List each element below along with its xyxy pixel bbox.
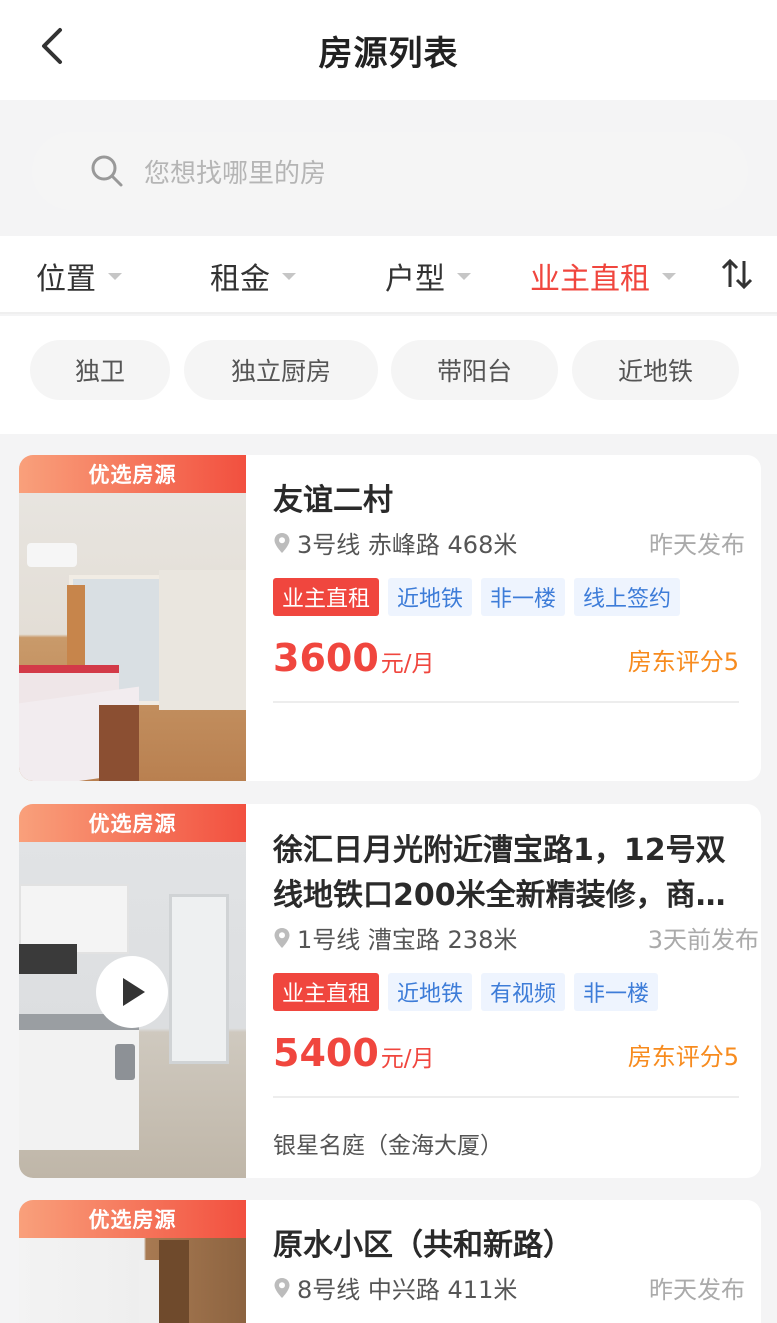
landlord-score: 房东评分5 xyxy=(627,1043,739,1071)
price-unit: 元/月 xyxy=(380,651,435,677)
location-pin-icon xyxy=(274,532,290,553)
search-input[interactable]: 您想找哪里的房 xyxy=(32,132,748,210)
chip-private-kitchen[interactable]: 独立厨房 xyxy=(184,340,378,400)
posted-time: 3天前发布 xyxy=(647,926,759,954)
price-row: 3600 元/月 房东评分5 xyxy=(273,636,761,680)
filter-location-label: 位置 xyxy=(36,262,96,297)
search-placeholder: 您想找哪里的房 xyxy=(144,158,327,189)
page-title: 房源列表 xyxy=(318,34,459,74)
price-unit: 元/月 xyxy=(380,1046,435,1072)
landlord-score: 房东评分5 xyxy=(627,648,739,676)
tag-badge: 非一楼 xyxy=(481,578,566,616)
featured-ribbon: 优选房源 xyxy=(19,1200,246,1238)
listing-location: 8号线 中兴路 411米 昨天发布 xyxy=(273,1270,761,1305)
owner-direct-badge: 业主直租 xyxy=(273,973,380,1011)
listing-info: 原水小区（共和新路） 8号线 中兴路 411米 昨天发布 xyxy=(273,1200,761,1305)
price: 5400 xyxy=(273,1031,379,1075)
listing-location: 3号线 赤峰路 468米 昨天发布 xyxy=(273,525,761,560)
chip-balcony[interactable]: 带阳台 xyxy=(391,340,558,400)
listing-title: 徐汇日月光附近漕宝路1，12号双线地铁口200米全新精装修，商… xyxy=(273,833,726,913)
location-text: 3号线 赤峰路 468米 xyxy=(297,531,518,559)
listing-location: 1号线 漕宝路 238米 3天前发布 xyxy=(273,920,761,955)
location-text: 1号线 漕宝路 238米 xyxy=(297,926,518,954)
filter-owner-direct[interactable]: 业主直租 xyxy=(530,254,676,298)
tag-badge: 有视频 xyxy=(481,973,566,1011)
filter-rent[interactable]: 租金 xyxy=(210,254,296,298)
tag-badge: 近地铁 xyxy=(388,578,473,616)
sort-button[interactable] xyxy=(719,256,755,292)
chip-near-metro[interactable]: 近地铁 xyxy=(572,340,739,400)
divider xyxy=(273,701,739,703)
listing-tags: 业主直租 近地铁 非一楼 线上签约 xyxy=(273,578,761,616)
listing-card[interactable]: 优选房源 友谊二村 3号线 赤峰路 468米 昨天发布 业主直租 近地铁 非一楼… xyxy=(19,455,761,781)
tag-badge: 近地铁 xyxy=(388,973,473,1011)
owner-direct-badge: 业主直租 xyxy=(273,578,380,616)
listing-card[interactable]: 优选房源 徐汇日月光附近漕宝路1，12号双线地铁口200米全新精装修，商… 1号… xyxy=(19,804,761,1178)
listing-info: 徐汇日月光附近漕宝路1，12号双线地铁口200米全新精装修，商… 1号线 漕宝路… xyxy=(273,804,761,1159)
posted-time: 昨天发布 xyxy=(649,531,745,559)
price-row: 5400 元/月 房东评分5 xyxy=(273,1031,761,1075)
filter-rent-label: 租金 xyxy=(210,262,270,297)
play-video-button[interactable] xyxy=(96,956,168,1028)
door xyxy=(169,894,229,1064)
location-pin-icon xyxy=(274,927,290,948)
posted-time: 昨天发布 xyxy=(649,1276,745,1304)
filter-bar: 位置 租金 户型 业主直租 xyxy=(0,236,777,314)
location-text: 8号线 中兴路 411米 xyxy=(297,1276,518,1304)
quick-filter-chips: 独卫 独立厨房 带阳台 近地铁 xyxy=(0,316,777,434)
location-pin-icon xyxy=(274,1277,290,1298)
filter-owner-direct-label: 业主直租 xyxy=(530,262,650,297)
caret-down-icon xyxy=(662,272,676,280)
filter-layout[interactable]: 户型 xyxy=(385,254,471,298)
chip-private-bathroom[interactable]: 独卫 xyxy=(30,340,170,400)
caret-down-icon xyxy=(282,272,296,280)
air-conditioner xyxy=(27,543,77,567)
listing-info: 友谊二村 3号线 赤峰路 468米 昨天发布 业主直租 近地铁 非一楼 线上签约… xyxy=(273,455,761,703)
listing-title: 原水小区（共和新路） xyxy=(273,1228,573,1263)
listing-photo xyxy=(19,455,246,781)
price: 3600 xyxy=(273,636,379,680)
filter-layout-label: 户型 xyxy=(385,262,445,297)
caret-down-icon xyxy=(108,272,122,280)
listing-title: 友谊二村 xyxy=(273,483,393,518)
tag-badge: 线上签约 xyxy=(574,578,681,616)
featured-ribbon: 优选房源 xyxy=(19,804,246,842)
listing-tags: 业主直租 近地铁 有视频 非一楼 xyxy=(273,973,761,1011)
sort-icon xyxy=(721,258,753,290)
community-name: 银星名庭（金海大厦） xyxy=(273,1133,503,1159)
listing-card[interactable]: 优选房源 原水小区（共和新路） 8号线 中兴路 411米 昨天发布 xyxy=(19,1200,761,1323)
divider xyxy=(273,1096,739,1098)
filter-location[interactable]: 位置 xyxy=(36,254,122,298)
tag-badge: 非一楼 xyxy=(574,973,659,1011)
nav-bar: 房源列表 xyxy=(0,0,777,100)
search-icon xyxy=(90,153,126,189)
play-icon xyxy=(123,978,145,1006)
featured-ribbon: 优选房源 xyxy=(19,455,246,493)
range-hood xyxy=(19,944,77,974)
caret-down-icon xyxy=(457,272,471,280)
